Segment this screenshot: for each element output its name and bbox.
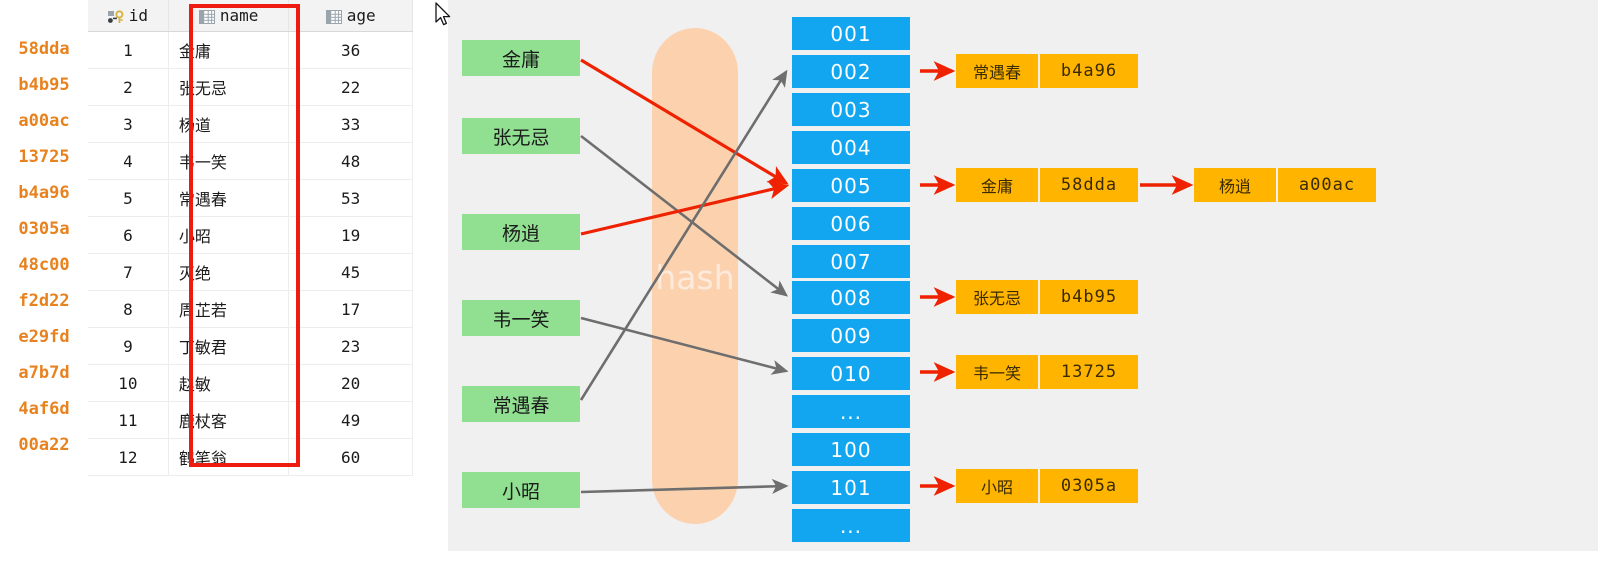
cell-name[interactable]: 鹤笔翁 xyxy=(168,438,290,476)
cell-id[interactable]: 2 xyxy=(88,68,169,106)
cell-age[interactable]: 20 xyxy=(288,364,413,402)
cell-name[interactable]: 小昭 xyxy=(168,216,290,254)
table-body: 1 金庸 36 2 张无忌 22 3 杨道 33 4 韦一笑 48 5 常遇春 53 6 小昭 19 7 灭绝 45 8 周… xyxy=(88,31,413,476)
cell-age[interactable]: 22 xyxy=(288,68,413,106)
cell-name[interactable]: 张无忌 xyxy=(168,68,290,106)
hash-value: 00a22 xyxy=(18,435,70,455)
cell-name[interactable]: 金庸 xyxy=(168,31,290,69)
cell-age[interactable]: 60 xyxy=(288,438,413,476)
cell-name[interactable]: 灭绝 xyxy=(168,253,290,291)
cell-age[interactable]: 49 xyxy=(288,401,413,439)
hash-value: 13725 xyxy=(18,147,70,167)
hash-value-column: 58dda b4b95 a00ac 13725 b4a96 0305a 48c0… xyxy=(0,31,88,463)
hash-value: 0305a xyxy=(18,219,70,239)
column-grid-icon xyxy=(325,9,342,24)
cell-name[interactable]: 韦一笑 xyxy=(168,142,290,180)
cell-age[interactable]: 48 xyxy=(288,142,413,180)
database-table: id name age 1 金庸 36 2 张无忌 22 3 杨道 33 4 韦… xyxy=(88,0,413,476)
table-row[interactable]: 9 丁敏君 23 xyxy=(88,327,413,365)
column-header-label: name xyxy=(219,6,259,25)
cell-id[interactable]: 4 xyxy=(88,142,169,180)
cell-name[interactable]: 常遇春 xyxy=(168,179,290,217)
table-row[interactable]: 1 金庸 36 xyxy=(88,31,413,69)
cell-age[interactable]: 23 xyxy=(288,327,413,365)
cell-id[interactable]: 6 xyxy=(88,216,169,254)
table-row[interactable]: 3 杨道 33 xyxy=(88,105,413,143)
hash-value: e29fd xyxy=(18,327,70,347)
column-header-label: age xyxy=(346,6,376,25)
hash-value: a7b7d xyxy=(18,363,70,383)
connector-arrows xyxy=(579,58,1194,496)
arrow-xiaozhao-to-101 xyxy=(580,478,789,494)
column-header-label: id xyxy=(128,6,149,25)
table-row[interactable]: 10 赵敏 20 xyxy=(88,364,413,402)
primary-key-icon xyxy=(107,9,124,23)
cell-id[interactable]: 5 xyxy=(88,179,169,217)
cell-name[interactable]: 周芷若 xyxy=(168,290,290,328)
cell-age[interactable]: 19 xyxy=(288,216,413,254)
table-row[interactable]: 7 灭绝 45 xyxy=(88,253,413,291)
arrow-weiyixiao-to-010 xyxy=(580,316,789,375)
table-row[interactable]: 12 鹤笔翁 60 xyxy=(88,438,413,476)
cell-age[interactable]: 36 xyxy=(288,31,413,69)
cell-age[interactable]: 53 xyxy=(288,179,413,217)
arrow-yangxiao-to-005 xyxy=(580,180,790,236)
hash-value: b4b95 xyxy=(18,75,70,95)
cell-name[interactable]: 鹿杖客 xyxy=(168,401,290,439)
cell-id[interactable]: 11 xyxy=(88,401,169,439)
cell-age[interactable]: 17 xyxy=(288,290,413,328)
hash-value: a00ac xyxy=(18,111,70,131)
table-row[interactable]: 8 周芷若 17 xyxy=(88,290,413,328)
cell-name[interactable]: 丁敏君 xyxy=(168,327,290,365)
cell-name[interactable]: 杨道 xyxy=(168,105,290,143)
table-row[interactable]: 5 常遇春 53 xyxy=(88,179,413,217)
cell-id[interactable]: 9 xyxy=(88,327,169,365)
table-row[interactable]: 4 韦一笑 48 xyxy=(88,142,413,180)
table-row[interactable]: 6 小昭 19 xyxy=(88,216,413,254)
column-header-age[interactable]: age xyxy=(288,0,413,32)
column-grid-icon xyxy=(198,9,215,24)
column-header-name[interactable]: name xyxy=(168,0,290,32)
arrow-zhangwuji-to-008 xyxy=(580,134,789,297)
hash-value: 58dda xyxy=(18,39,70,59)
hash-value: 4af6d xyxy=(18,399,70,419)
cell-id[interactable]: 10 xyxy=(88,364,169,402)
cell-name[interactable]: 赵敏 xyxy=(168,364,290,402)
table-header-row: id name age xyxy=(88,0,413,32)
hash-value: b4a96 xyxy=(18,183,70,203)
hash-value: f2d22 xyxy=(18,291,70,311)
hash-value: 48c00 xyxy=(18,255,70,275)
cell-id[interactable]: 7 xyxy=(88,253,169,291)
hash-table-diagram: hash 金庸 张无忌 杨逍 韦一笑 常遇春 小昭 001 002 003 00… xyxy=(448,0,1598,551)
cell-age[interactable]: 33 xyxy=(288,105,413,143)
cell-id[interactable]: 12 xyxy=(88,438,169,476)
cell-age[interactable]: 45 xyxy=(288,253,413,291)
column-header-id[interactable]: id xyxy=(88,0,169,32)
table-row[interactable]: 11 鹿杖客 49 xyxy=(88,401,413,439)
mouse-cursor xyxy=(435,2,451,26)
data-table-pane: 58dda b4b95 a00ac 13725 b4a96 0305a 48c0… xyxy=(0,0,448,570)
cell-id[interactable]: 1 xyxy=(88,31,169,69)
cell-id[interactable]: 3 xyxy=(88,105,169,143)
table-row[interactable]: 2 张无忌 22 xyxy=(88,68,413,106)
cell-id[interactable]: 8 xyxy=(88,290,169,328)
